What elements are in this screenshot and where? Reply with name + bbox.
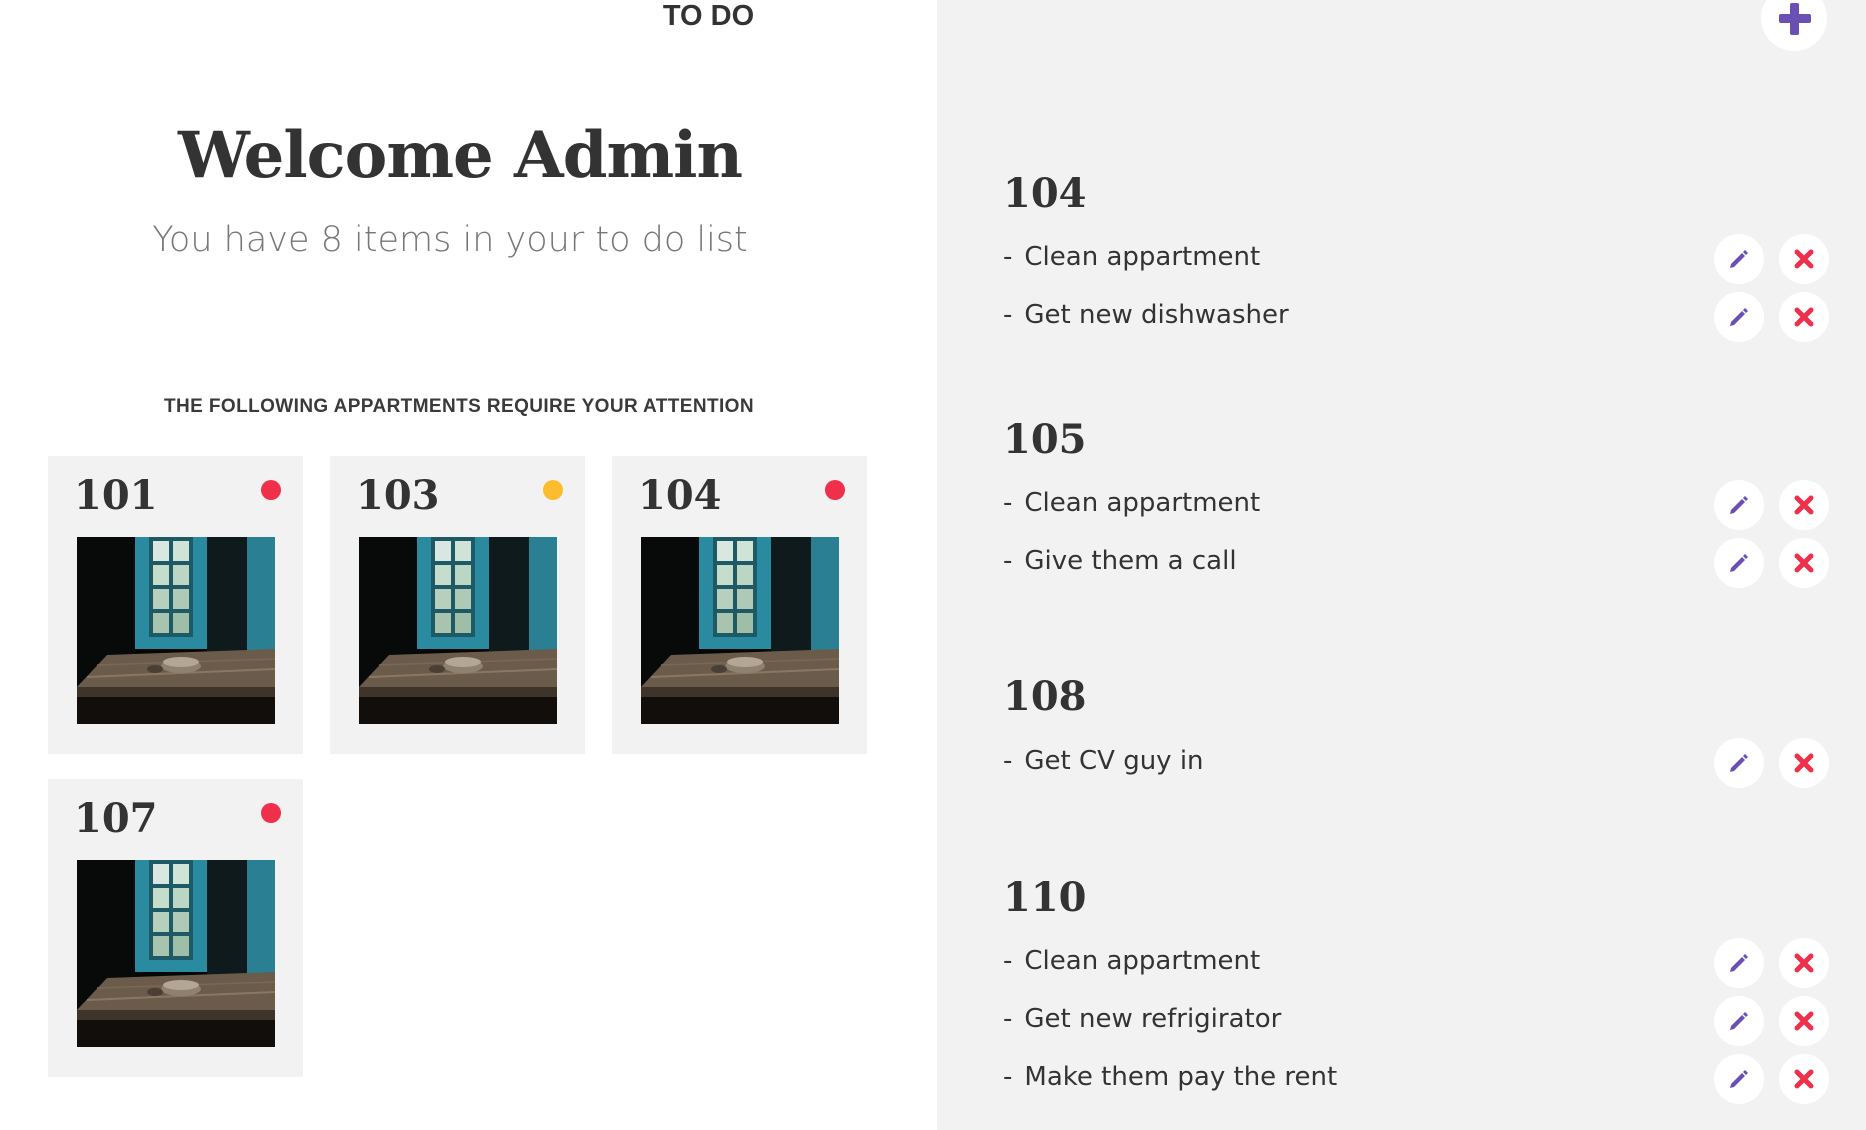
todo-item: - Clean appartment — [1003, 234, 1831, 286]
close-icon — [1794, 307, 1814, 327]
todo-item-text: - Clean appartment — [1003, 946, 1260, 976]
todo-item-dash: - — [1003, 488, 1013, 518]
edit-button[interactable] — [1714, 738, 1764, 788]
edit-button[interactable] — [1714, 938, 1764, 988]
pencil-icon — [1730, 1012, 1748, 1030]
todo-item: - Get new dishwasher — [1003, 292, 1831, 344]
todo-title: TO DO — [662, 0, 755, 32]
todo-item-text: - Get CV guy in — [1003, 746, 1204, 776]
pencil-icon — [1730, 954, 1748, 972]
apartment-photo — [77, 860, 275, 1047]
todo-count-text: You have 8 items in your to do list — [152, 220, 748, 260]
todo-item-dash: - — [1003, 946, 1013, 976]
close-icon — [1794, 553, 1814, 573]
delete-button[interactable] — [1779, 292, 1829, 342]
close-icon — [1794, 249, 1814, 269]
todo-item-dash: - — [1003, 1062, 1013, 1092]
apartment-card[interactable]: 103 — [330, 456, 585, 754]
todo-item: - Clean appartment — [1003, 480, 1831, 532]
edit-button[interactable] — [1714, 1054, 1764, 1104]
edit-button[interactable] — [1714, 538, 1764, 588]
apartment-number: 103 — [356, 472, 440, 519]
todo-group-heading: 104 — [1003, 170, 1087, 217]
pencil-icon — [1730, 754, 1748, 772]
todo-item: - Get CV guy in — [1003, 738, 1831, 790]
todo-item-dash: - — [1003, 242, 1013, 272]
apartment-number: 104 — [638, 472, 722, 519]
edit-button[interactable] — [1714, 292, 1764, 342]
todo-item-dash: - — [1003, 300, 1013, 330]
todo-item-label: Get new refrigirator — [1024, 1004, 1282, 1034]
todo-item-label: Clean appartment — [1024, 946, 1261, 976]
todo-item-text: - Get new refrigirator — [1003, 1004, 1281, 1034]
todo-item-label: Make them pay the rent — [1024, 1062, 1338, 1092]
apartment-photo — [359, 537, 557, 724]
todo-item-dash: - — [1003, 746, 1013, 776]
todo-item-dash: - — [1003, 1004, 1013, 1034]
attention-heading: THE FOLLOWING APPARTMENTS REQUIRE YOUR A… — [164, 396, 754, 417]
apartment-number: 101 — [74, 472, 158, 519]
todo-item-label: Give them a call — [1024, 546, 1237, 576]
apartment-photo — [641, 537, 839, 724]
todo-item-text: - Make them pay the rent — [1003, 1062, 1337, 1092]
status-dot — [825, 480, 845, 500]
pencil-icon — [1730, 1070, 1748, 1088]
todo-item-text: - Clean appartment — [1003, 488, 1260, 518]
edit-button[interactable] — [1714, 234, 1764, 284]
todo-item-label: Get CV guy in — [1024, 746, 1204, 776]
close-icon — [1794, 495, 1814, 515]
page-title: Welcome Admin — [177, 118, 743, 193]
close-icon — [1794, 1011, 1814, 1031]
close-icon — [1794, 953, 1814, 973]
delete-button[interactable] — [1779, 480, 1829, 530]
todo-group-heading: 108 — [1003, 673, 1087, 720]
edit-button[interactable] — [1714, 996, 1764, 1046]
todo-item: - Give them a call — [1003, 538, 1831, 590]
delete-button[interactable] — [1779, 538, 1829, 588]
pencil-icon — [1730, 554, 1748, 572]
todo-item: - Make them pay the rent — [1003, 1054, 1831, 1106]
todo-group-heading: 105 — [1003, 416, 1087, 463]
todo-item-text: - Clean appartment — [1003, 242, 1260, 272]
delete-button[interactable] — [1779, 996, 1829, 1046]
todo-item-label: Clean appartment — [1024, 242, 1261, 272]
pencil-icon — [1730, 250, 1748, 268]
apartment-photo — [77, 537, 275, 724]
todo-item-dash: - — [1003, 546, 1013, 576]
edit-button[interactable] — [1714, 480, 1764, 530]
pencil-icon — [1730, 496, 1748, 514]
status-dot — [543, 480, 563, 500]
todo-item-text: - Get new dishwasher — [1003, 300, 1289, 330]
delete-button[interactable] — [1779, 1054, 1829, 1104]
close-icon — [1794, 753, 1814, 773]
apartment-card[interactable]: 107 — [48, 779, 303, 1077]
delete-button[interactable] — [1779, 938, 1829, 988]
delete-button[interactable] — [1779, 738, 1829, 788]
status-dot — [261, 803, 281, 823]
apartment-number: 107 — [74, 795, 158, 842]
todo-group-heading: 110 — [1003, 874, 1087, 921]
todo-item-label: Clean appartment — [1024, 488, 1261, 518]
apartment-card[interactable]: 104 — [612, 456, 867, 754]
status-dot — [261, 480, 281, 500]
todo-item: - Get new refrigirator — [1003, 996, 1831, 1048]
todo-item: - Clean appartment — [1003, 938, 1831, 990]
pencil-icon — [1730, 308, 1748, 326]
delete-button[interactable] — [1779, 234, 1829, 284]
todo-item-text: - Give them a call — [1003, 546, 1237, 576]
todo-item-label: Get new dishwasher — [1024, 300, 1289, 330]
close-icon — [1794, 1069, 1814, 1089]
apartment-card[interactable]: 101 — [48, 456, 303, 754]
